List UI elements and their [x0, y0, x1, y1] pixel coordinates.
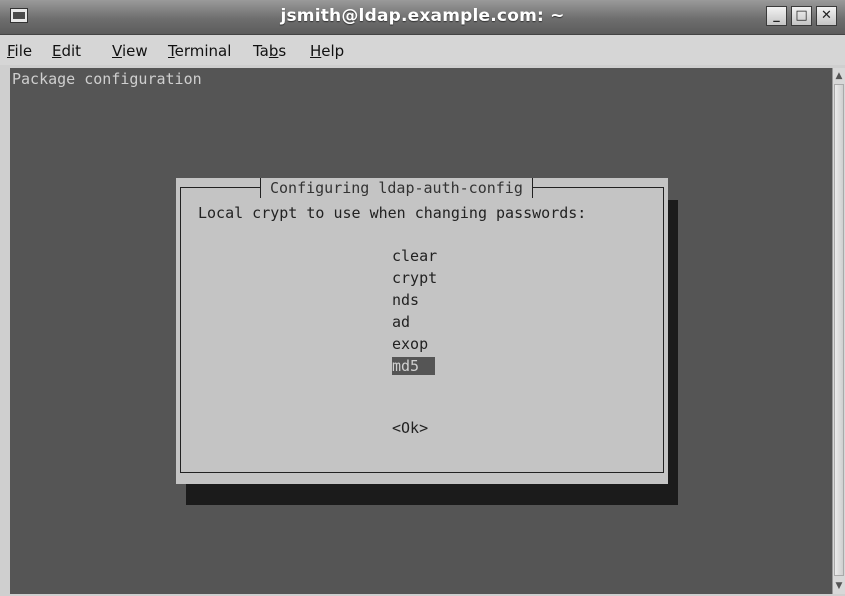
config-dialog: Configuring ldap-auth-config Local crypt… — [176, 178, 668, 484]
menu-view[interactable]: View — [112, 42, 148, 60]
option-item[interactable]: crypt — [392, 267, 437, 289]
option-item[interactable]: clear — [392, 245, 437, 267]
menu-tabs[interactable]: Tabs — [253, 42, 286, 60]
package-configuration-header: Package configuration — [12, 70, 202, 88]
menu-help[interactable]: Help — [310, 42, 344, 60]
scrollbar-thumb[interactable] — [834, 84, 844, 576]
option-item[interactable]: ad — [392, 311, 437, 333]
option-list: clear crypt nds ad exop md5 — [392, 245, 437, 377]
option-item-selected[interactable]: md5 — [392, 355, 437, 377]
menu-bar: File Edit View Terminal Tabs Help — [0, 35, 845, 65]
vertical-scrollbar[interactable]: ▲ ▼ — [832, 68, 845, 594]
menu-edit[interactable]: Edit — [52, 42, 81, 60]
dialog-title: Configuring ldap-auth-config — [260, 178, 533, 198]
dialog-prompt: Local crypt to use when changing passwor… — [198, 204, 587, 222]
menu-file[interactable]: File — [7, 42, 32, 60]
scroll-up-arrow-icon[interactable]: ▲ — [834, 70, 844, 82]
maximize-button[interactable]: □ — [791, 6, 812, 26]
option-item[interactable]: nds — [392, 289, 437, 311]
menu-terminal[interactable]: Terminal — [168, 42, 231, 60]
minimize-button[interactable]: _ — [766, 6, 787, 26]
close-button[interactable]: ✕ — [816, 6, 837, 26]
ok-button[interactable]: <Ok> — [392, 419, 428, 437]
window-title: jsmith@ldap.example.com: ~ — [280, 6, 565, 26]
option-item[interactable]: exop — [392, 333, 437, 355]
title-bar[interactable]: jsmith@ldap.example.com: ~ _ □ ✕ — [0, 0, 845, 35]
scroll-down-arrow-icon[interactable]: ▼ — [834, 580, 844, 592]
